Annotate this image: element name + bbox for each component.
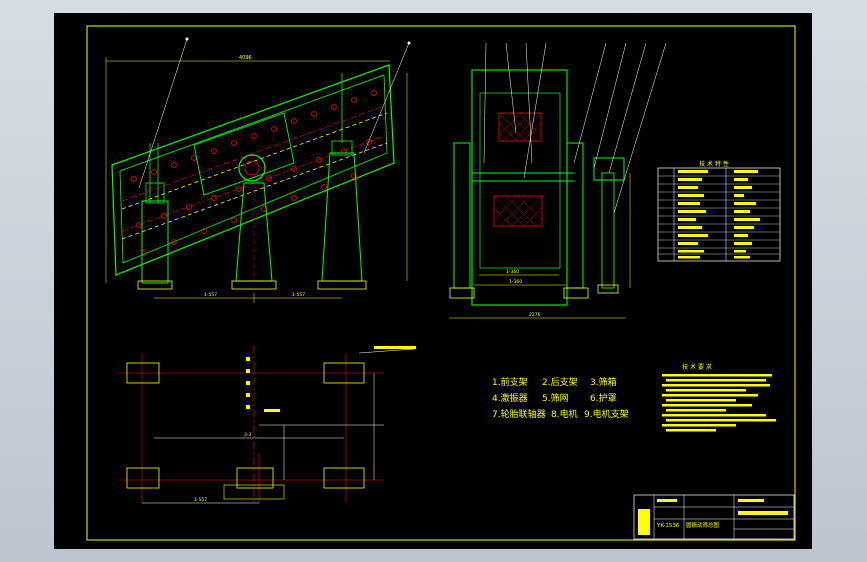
parts-legend: 1.前支架 2.后支架 3.筛箱 4.激振器 5.筛网 6.护罩 7.轮胎联轴器… bbox=[492, 376, 629, 420]
requirements-title: 技 术 要 求 bbox=[682, 363, 712, 371]
legend-item-6: 6.护罩 bbox=[590, 392, 617, 404]
table-title: 技 术 特 性 bbox=[699, 160, 729, 168]
legend-item-7: 7.轮胎联轴器 bbox=[492, 408, 546, 420]
side-view: 4096 1-557 1-557 bbox=[105, 37, 411, 303]
drawing-sheet: 4096 1-557 1-557 1-360 1-360 2276 技 术 特 … bbox=[54, 13, 812, 549]
exciter-wheel bbox=[238, 154, 266, 182]
end-view-frame bbox=[471, 69, 568, 306]
end-view: 1-360 1-360 2276 bbox=[449, 42, 667, 319]
dim-end-b: 1-360 bbox=[509, 279, 522, 285]
lower-mesh bbox=[493, 195, 543, 227]
legend-item-1: 1.前支架 bbox=[492, 376, 528, 388]
dim-end-a: 1-360 bbox=[506, 269, 519, 275]
dim-span-a: 1-557 bbox=[204, 292, 217, 298]
title-block: YK-1536 圆振动筛总图 bbox=[633, 494, 795, 540]
foundation-plan: 3-3 1-557 bbox=[119, 345, 416, 504]
legend-item-3: 3.筛箱 bbox=[590, 376, 617, 388]
screen-box-outline bbox=[111, 64, 395, 276]
canvas-frame: 4096 1-557 1-557 1-360 1-360 2276 技 术 特 … bbox=[0, 0, 867, 562]
legend-item-2: 2.后支架 bbox=[542, 376, 578, 388]
tech-spec-table: 技 术 特 性 bbox=[657, 160, 781, 262]
dim-plan-a: 3-3 bbox=[244, 432, 251, 438]
dim-span-b: 1-557 bbox=[292, 292, 305, 298]
legend-item-9: 9.电机支架 bbox=[584, 408, 629, 420]
motor bbox=[593, 157, 625, 181]
dim-end-total: 2276 bbox=[529, 312, 541, 318]
legend-item-8: 8.电机 bbox=[551, 408, 578, 420]
legend-item-5: 5.筛网 bbox=[542, 392, 569, 404]
dim-top-length: 4096 bbox=[239, 55, 252, 61]
cad-drawing: 4096 1-557 1-557 1-360 1-360 2276 技 术 特 … bbox=[86, 25, 796, 541]
drawing-border bbox=[86, 25, 796, 541]
upper-mesh bbox=[498, 112, 542, 142]
motor-support bbox=[601, 172, 615, 289]
title-part-number: YK-1536 bbox=[656, 523, 680, 529]
dim-plan-b: 1-557 bbox=[194, 497, 207, 503]
technical-requirements: 技 术 要 求 bbox=[662, 363, 776, 432]
title-drawing-name: 圆振动筛总图 bbox=[686, 521, 720, 529]
legend-item-4: 4.激振器 bbox=[492, 392, 528, 404]
rear-support bbox=[321, 152, 363, 282]
